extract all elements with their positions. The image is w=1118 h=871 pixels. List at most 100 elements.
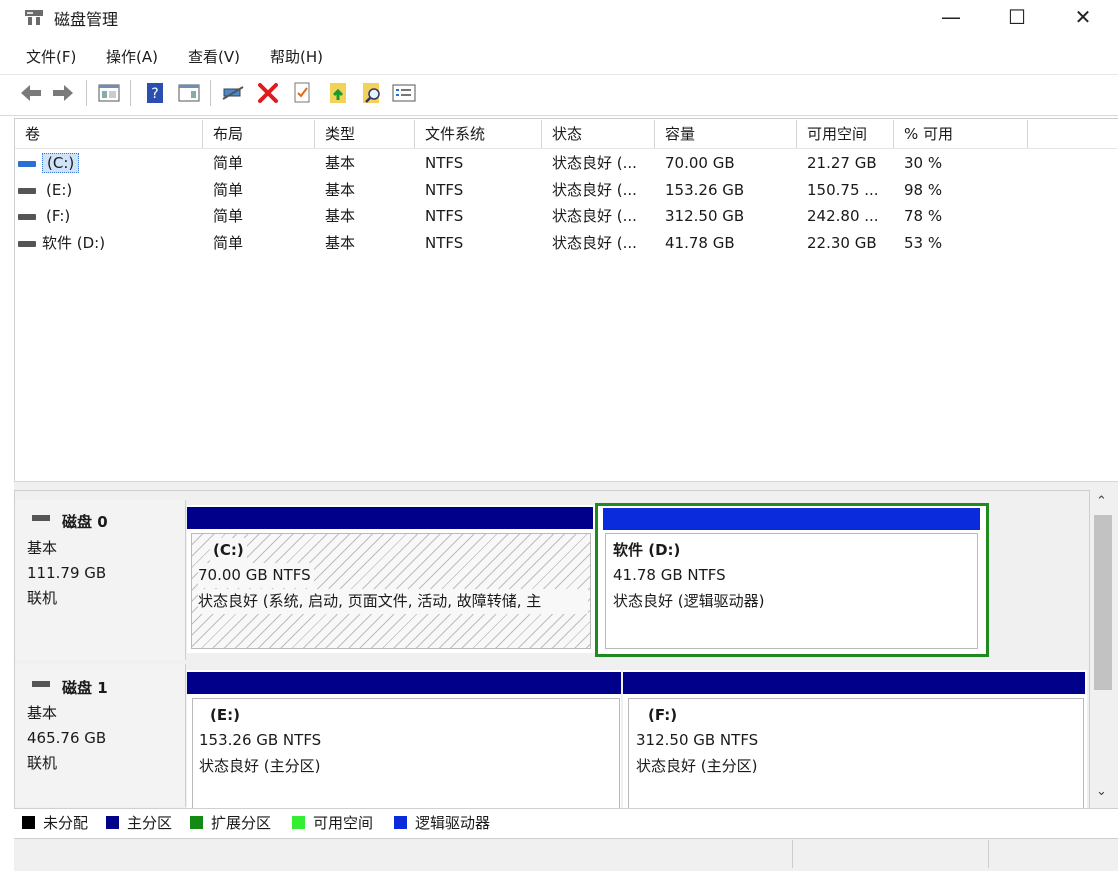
legend-swatch [106,816,119,829]
menu-file[interactable]: 文件(F) [26,46,76,67]
cell-capacity: 41.78 GB [665,234,735,252]
cell-type: 基本 [325,234,356,252]
table-row[interactable]: 软件 (D:) [18,230,105,256]
disk-management-app-icon [25,10,43,25]
details-icon[interactable] [391,80,417,106]
refresh-icon[interactable] [325,80,351,106]
cell-capacity: 70.00 GB [665,154,735,172]
minimize-button[interactable]: — [918,0,984,34]
table-row[interactable]: (F:) [18,203,74,229]
legend-swatch [22,816,35,829]
primary-partition-bar [187,507,593,529]
primary-partition-bar [623,672,1085,694]
column-header-type[interactable]: 类型 [315,120,415,148]
cell-status: 状态良好 (... [552,207,637,225]
legend-item-extended: 扩展分区 [190,812,271,833]
drive-icon [18,160,36,167]
cell-type: 基本 [325,181,356,199]
column-header-percent-free[interactable]: % 可用 [894,120,1028,148]
status-bar [14,838,1118,871]
cell-type: 基本 [325,154,356,172]
scrollbar-thumb[interactable] [1094,515,1112,690]
cell-capacity: 312.50 GB [665,207,745,225]
drive-icon [18,240,36,247]
column-header-capacity[interactable]: 容量 [655,120,797,148]
legend [14,808,1118,837]
menu-action[interactable]: 操作(A) [106,46,158,67]
pane-splitter[interactable] [14,481,1118,490]
legend-label: 主分区 [127,814,173,832]
table-row[interactable]: (C:) [18,150,80,176]
toolbar-separator [130,80,131,106]
partition-title: (C:) [210,538,247,563]
menu-view[interactable]: 查看(V) [188,46,240,67]
legend-swatch [190,816,203,829]
drive-icon [18,187,36,194]
column-header-layout[interactable]: 布局 [203,120,315,148]
legend-item-logical-drive: 逻辑驱动器 [394,812,490,833]
partition-status: 状态良好 (系统, 启动, 页面文件, 活动, 故障转储, 主 [198,589,588,614]
table-row[interactable]: (E:) [18,177,76,203]
cell-filesystem: NTFS [425,234,464,252]
cell-filesystem: NTFS [425,181,464,199]
column-header-status[interactable]: 状态 [542,120,655,148]
legend-label: 未分配 [43,814,89,832]
cell-layout: 简单 [213,154,244,172]
legend-item-primary: 主分区 [106,812,172,833]
svg-text:?: ? [151,86,158,102]
cell-filesystem: NTFS [425,207,464,225]
console-tree-icon[interactable] [96,80,122,106]
connect-icon[interactable] [220,80,246,106]
status-bar-divider [792,840,793,868]
scroll-up-icon[interactable]: ⌃ [1096,494,1107,509]
disk-name: 磁盘 1 [62,679,108,697]
properties-icon[interactable] [289,80,315,106]
volume-name: (F:) [46,207,71,225]
disk-icon [32,681,50,687]
legend-label: 逻辑驱动器 [415,814,491,832]
scroll-down-icon[interactable]: ⌄ [1096,784,1107,799]
show-hide-icon[interactable] [176,80,202,106]
cell-filesystem: NTFS [425,154,464,172]
partition-status: 状态良好 (逻辑驱动器) [613,592,765,610]
volume-name: 软件 (D:) [42,234,106,252]
status-bar-divider [988,840,989,868]
disk-state: 联机 [27,754,58,772]
close-button[interactable]: ✕ [1050,0,1116,34]
partition-title: (F:) [648,706,678,724]
rescan-icon[interactable] [359,80,385,106]
menu-bar [0,40,1118,70]
help-icon[interactable]: ? [142,80,168,106]
cell-free-space: 21.27 GB [807,154,877,172]
primary-partition-bar [187,672,621,694]
column-header-filesystem[interactable]: 文件系统 [415,120,542,148]
disk-type: 基本 [27,539,58,557]
partition-status: 状态良好 (主分区) [199,757,321,775]
forward-icon[interactable] [50,80,76,106]
legend-item-unallocated: 未分配 [22,812,88,833]
maximize-button[interactable]: ☐ [984,0,1050,34]
cell-status: 状态良好 (... [552,181,637,199]
menu-help[interactable]: 帮助(H) [270,46,323,67]
cell-percent-free: 30 % [904,154,943,172]
cell-layout: 简单 [213,181,244,199]
disk-name: 磁盘 0 [62,513,108,531]
partition-size: 70.00 GB NTFS [198,563,314,588]
cell-free-space: 150.75 ... [807,181,879,199]
cell-percent-free: 78 % [904,207,943,225]
disk-type: 基本 [27,704,58,722]
column-header-volume[interactable]: 卷 [15,120,203,148]
partition-title: (E:) [210,706,240,724]
cell-free-space: 22.30 GB [807,234,877,252]
legend-item-free-space: 可用空间 [292,812,373,833]
delete-icon[interactable] [255,80,281,106]
partition-size: 153.26 GB NTFS [199,731,322,749]
cell-status: 状态良好 (... [552,234,637,252]
disk-icon [32,515,50,521]
column-header-free-space[interactable]: 可用空间 [797,120,894,148]
logical-drive-bar [603,508,980,530]
toolbar-separator [86,80,87,106]
back-icon[interactable] [18,80,44,106]
partition-title: 软件 (D:) [613,541,681,559]
volume-name: (C:) [42,153,80,173]
